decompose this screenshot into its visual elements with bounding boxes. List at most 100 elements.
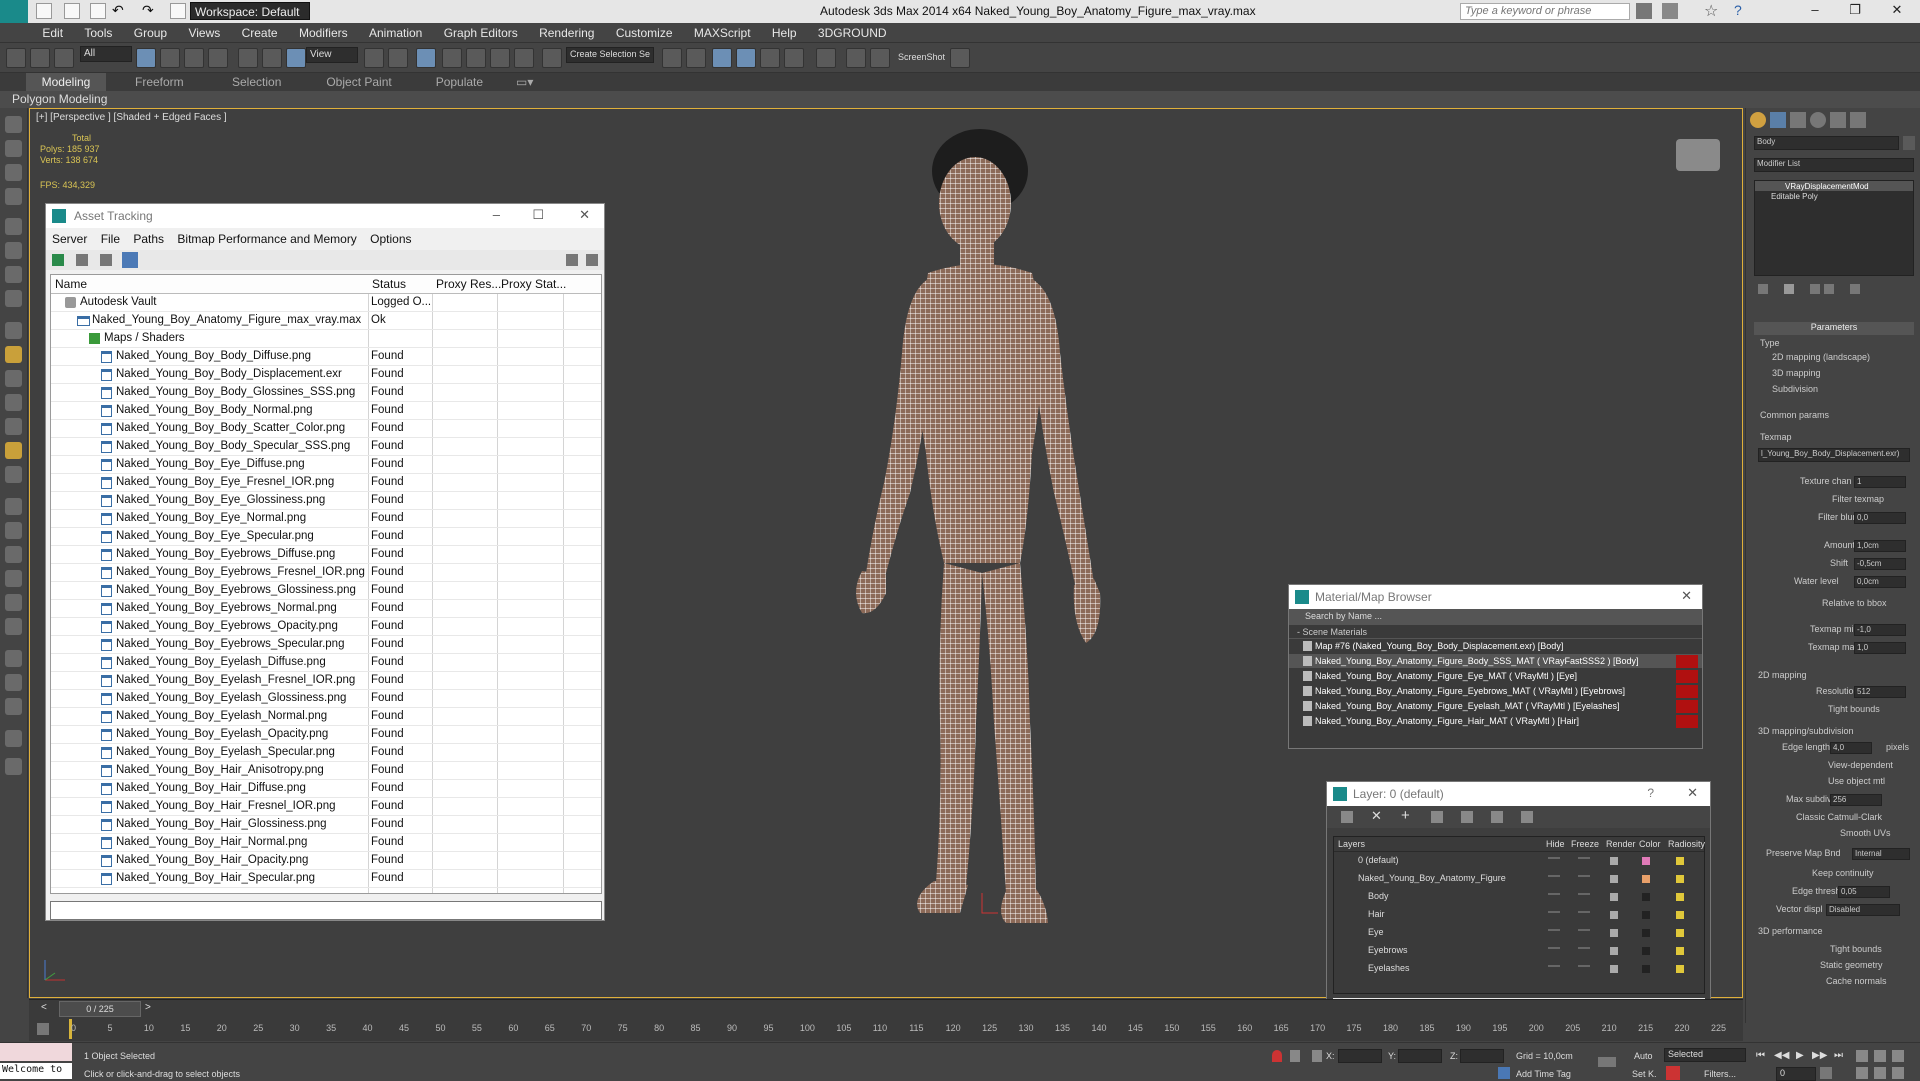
display-tab-icon[interactable] bbox=[1830, 112, 1846, 128]
tab-freeform[interactable]: Freeform bbox=[109, 73, 209, 91]
render-toggle-icon[interactable] bbox=[1610, 911, 1618, 919]
tool-icon-17[interactable] bbox=[5, 522, 22, 539]
play-icon[interactable]: ▶ bbox=[1796, 1050, 1804, 1061]
asset-row[interactable]: Naked_Young_Boy_Eyelash_Fresnel_IOR.png F… bbox=[51, 672, 601, 690]
asset-row[interactable]: Naked_Young_Boy_Eye_Glossiness.png Found bbox=[51, 492, 601, 510]
col-radiosity[interactable]: Radiosity bbox=[1668, 839, 1705, 849]
stack-item-editable-poly[interactable]: Editable Poly bbox=[1755, 191, 1913, 201]
modifier-list-dropdown[interactable]: Modifier List bbox=[1754, 158, 1914, 172]
unlink-icon[interactable] bbox=[30, 48, 50, 68]
app-logo-icon[interactable] bbox=[0, 0, 28, 23]
classic-catmull-checkbox[interactable]: Classic Catmull-Clark bbox=[1796, 812, 1882, 822]
tab-object-paint[interactable]: Object Paint bbox=[304, 73, 414, 91]
freeze-all-icon[interactable] bbox=[1521, 811, 1533, 823]
radiosity-icon[interactable] bbox=[1676, 893, 1684, 901]
object-name-field[interactable]: Body bbox=[1754, 136, 1899, 150]
max-subdivs-input[interactable]: 256 bbox=[1830, 794, 1882, 806]
keyboard-shortcut-icon[interactable] bbox=[416, 48, 436, 68]
key-filters-button[interactable]: Filters... bbox=[1704, 1069, 1736, 1079]
radiosity-icon[interactable] bbox=[1676, 911, 1684, 919]
tool-icon-18[interactable] bbox=[5, 546, 22, 563]
hierarchy-tab-icon[interactable] bbox=[1790, 112, 1806, 128]
render-toggle-icon[interactable] bbox=[1610, 893, 1618, 901]
track-bar-icon[interactable] bbox=[37, 1023, 49, 1035]
tool-icon-2[interactable] bbox=[5, 140, 22, 157]
asset-row[interactable]: Naked_Young_Boy_Eyebrows_Opacity.png Foun… bbox=[51, 618, 601, 636]
project-folder-icon[interactable] bbox=[170, 3, 186, 19]
tool-icon-19[interactable] bbox=[5, 570, 22, 587]
amount-input[interactable]: 1,0cm bbox=[1854, 540, 1906, 552]
asset-row[interactable]: Naked_Young_Boy_Hair_Normal.png Found bbox=[51, 834, 601, 852]
track-bar[interactable]: 0 5 10 15 20 25 30 35 40 45 50 55 60 65 70 75 80 85 90 95 10… bbox=[29, 1019, 1743, 1041]
asset-row[interactable]: Naked_Young_Boy_Anatomy_Figure_max_vray.… bbox=[51, 312, 601, 330]
radiosity-icon[interactable] bbox=[1676, 857, 1684, 865]
freeze-toggle[interactable] bbox=[1578, 857, 1590, 859]
menu-group[interactable]: Group bbox=[125, 23, 176, 40]
maxscript-mini-input[interactable]: Welcome to bbox=[0, 1063, 72, 1079]
select-in-layer-icon[interactable] bbox=[1431, 811, 1443, 823]
abs-mode-icon[interactable] bbox=[1312, 1050, 1322, 1062]
angle-snap-icon[interactable] bbox=[466, 48, 486, 68]
time-next-arrow[interactable]: > bbox=[145, 1002, 151, 1013]
hide-toggle[interactable] bbox=[1548, 893, 1560, 895]
asset-row[interactable]: Naked_Young_Boy_Hair_Fresnel_IOR.png Foun… bbox=[51, 798, 601, 816]
tool-icon-26[interactable] bbox=[5, 758, 22, 775]
menu-modifiers[interactable]: Modifiers bbox=[290, 23, 357, 40]
percent-snap-icon[interactable] bbox=[490, 48, 510, 68]
asset-row[interactable]: Naked_Young_Boy_Body_Glossines_SSS.png Fo… bbox=[51, 384, 601, 402]
col-proxy-res[interactable]: Proxy Res... bbox=[436, 277, 501, 291]
zoom-icon[interactable] bbox=[1856, 1050, 1868, 1062]
viewport-label[interactable]: [+] [Perspective ] [Shaded + Edged Faces… bbox=[36, 112, 227, 123]
modify-tab-icon[interactable] bbox=[1770, 112, 1786, 128]
layer-row[interactable]: Body bbox=[1334, 888, 1704, 906]
asset-row[interactable]: Naked_Young_Boy_Eyelash_Diffuse.png Found bbox=[51, 654, 601, 672]
asset-path-field[interactable] bbox=[50, 901, 602, 920]
col-name[interactable]: Name bbox=[55, 277, 87, 291]
material-editor-icon[interactable] bbox=[816, 48, 836, 68]
material-item[interactable]: Naked_Young_Boy_Anatomy_Figure_Eyebrows_… bbox=[1289, 684, 1702, 699]
minimize-icon[interactable]: – bbox=[493, 207, 500, 222]
link-icon[interactable] bbox=[6, 48, 26, 68]
zoom-extents-icon[interactable] bbox=[1892, 1050, 1904, 1062]
radiosity-icon[interactable] bbox=[1676, 947, 1684, 955]
asset-row[interactable]: Naked_Young_Boy_Hair_Specular.png Found bbox=[51, 870, 601, 888]
radiosity-icon[interactable] bbox=[1676, 875, 1684, 883]
hide-toggle[interactable] bbox=[1548, 875, 1560, 877]
smooth-uvs-checkbox[interactable]: Smooth UVs bbox=[1840, 828, 1891, 838]
menu-paths[interactable]: Paths bbox=[133, 232, 164, 246]
edit-named-selection-icon[interactable] bbox=[542, 48, 562, 68]
tab-populate[interactable]: Populate bbox=[417, 73, 501, 91]
layer-color-swatch[interactable] bbox=[1642, 911, 1650, 919]
select-by-name-icon[interactable] bbox=[160, 48, 180, 68]
binoculars-icon[interactable] bbox=[1636, 3, 1652, 19]
boy-anatomy-wireframe-model[interactable] bbox=[810, 123, 1190, 993]
align-icon[interactable] bbox=[686, 48, 706, 68]
bind-space-warp-icon[interactable] bbox=[54, 48, 74, 68]
col-status[interactable]: Status bbox=[372, 277, 406, 291]
col-proxy-stat[interactable]: Proxy Stat... bbox=[501, 277, 566, 291]
tool-icon-12[interactable] bbox=[5, 394, 22, 411]
menu-create[interactable]: Create bbox=[233, 23, 287, 40]
viewcube-icon[interactable] bbox=[1676, 139, 1720, 171]
time-slider[interactable]: 0 / 225 < > bbox=[29, 999, 1743, 1019]
freeze-toggle[interactable] bbox=[1578, 875, 1590, 877]
layer-color-swatch[interactable] bbox=[1642, 857, 1650, 865]
freeze-toggle[interactable] bbox=[1578, 965, 1590, 967]
current-frame-input[interactable]: 0 bbox=[1776, 1067, 1816, 1081]
new-layer-icon[interactable] bbox=[1341, 811, 1353, 823]
maxscript-listener[interactable] bbox=[0, 1043, 72, 1061]
tool-icon-13[interactable] bbox=[5, 418, 22, 435]
hide-toggle[interactable] bbox=[1548, 929, 1560, 931]
keyword-search-input[interactable]: Type a keyword or phrase bbox=[1460, 3, 1630, 20]
menu-rendering[interactable]: Rendering bbox=[530, 23, 603, 40]
help-icon[interactable] bbox=[566, 254, 578, 266]
hide-toggle[interactable] bbox=[1548, 947, 1560, 949]
next-frame-icon[interactable]: ▶▶ bbox=[1812, 1050, 1827, 1061]
material-item[interactable]: Map #76 (Naked_Young_Boy_Body_Displaceme… bbox=[1289, 639, 1702, 654]
add-to-layer-icon[interactable]: + bbox=[1401, 807, 1410, 824]
tab-selection[interactable]: Selection bbox=[213, 73, 301, 91]
app-menu-icon[interactable] bbox=[0, 34, 30, 37]
asset-row[interactable]: Naked_Young_Boy_Body_Specular_SSS.png Fou… bbox=[51, 438, 601, 456]
save-file-icon[interactable] bbox=[90, 3, 106, 19]
open-file-icon[interactable] bbox=[64, 3, 80, 19]
